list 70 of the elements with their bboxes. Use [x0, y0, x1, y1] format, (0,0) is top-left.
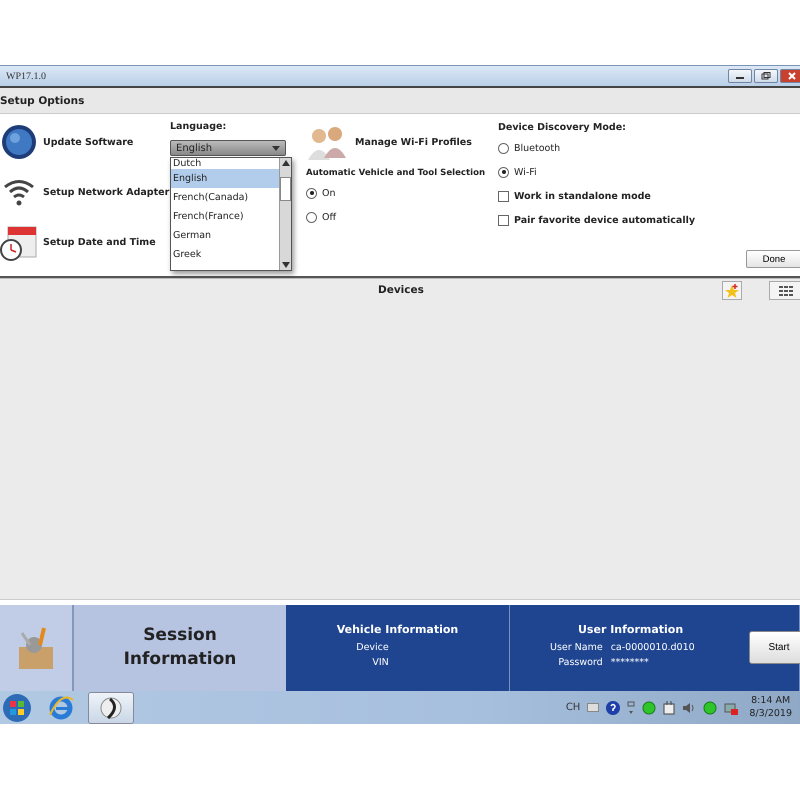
language-option[interactable]: French(Canada) — [171, 188, 279, 207]
radio-button[interactable] — [306, 188, 317, 198]
language-option[interactable]: English — [171, 169, 279, 188]
user-info-title: User Information — [578, 623, 684, 636]
field-label: Password — [557, 656, 603, 670]
scroll-down-icon[interactable] — [282, 262, 290, 268]
grid-view-button[interactable] — [769, 281, 800, 300]
field-value: ******** — [610, 656, 650, 670]
start-button[interactable]: Start — [749, 631, 800, 664]
speaker-icon[interactable] — [682, 702, 696, 714]
status-dot-icon[interactable] — [642, 700, 656, 714]
radio-label: On — [322, 188, 336, 198]
restore-button[interactable] — [754, 69, 778, 83]
field-label: User Name — [550, 641, 603, 655]
status-dot-icon[interactable] — [703, 700, 718, 714]
language-option[interactable]: German — [171, 226, 279, 245]
grid-icon — [778, 284, 794, 296]
checkbox-label: Pair favorite device automatically — [514, 214, 696, 226]
language-option[interactable]: French(France) — [171, 207, 279, 226]
restore-icon — [761, 72, 771, 80]
field-value: ca-0000010.d010 — [610, 641, 695, 655]
radio-button[interactable] — [498, 166, 509, 178]
app-logo-icon — [98, 694, 124, 720]
clock-date[interactable]: 8/3/2019 — [749, 708, 792, 720]
group-label: Device Discovery Mode: — [498, 122, 627, 133]
group-label: Automatic Vehicle and Tool Selection — [306, 168, 486, 178]
action-label[interactable]: Setup Date and Time — [43, 236, 156, 248]
action-label[interactable]: Manage Wi-Fi Profiles — [355, 136, 472, 148]
language-option[interactable]: Dutch — [171, 158, 279, 169]
session-title: Session Information — [122, 624, 238, 671]
window-title: WP17.1.0 — [6, 70, 46, 82]
field-label: VIN — [372, 656, 389, 670]
scroll-up-icon[interactable] — [282, 160, 290, 166]
checkbox[interactable] — [498, 190, 509, 202]
minimize-button[interactable] — [728, 69, 752, 83]
language-dropdown[interactable]: English — [170, 140, 286, 156]
language-label: Language: — [170, 121, 228, 132]
devices-title: Devices — [378, 284, 424, 296]
action-label[interactable]: Setup Network Adapter — [43, 186, 170, 198]
keyboard-icon[interactable] — [587, 703, 600, 712]
dropdown-caret-icon — [272, 146, 280, 150]
action-label[interactable]: Update Software — [43, 136, 134, 148]
checkbox-label: Work in standalone mode — [514, 190, 651, 202]
radio-label: Off — [322, 212, 336, 222]
network-icon[interactable] — [724, 700, 738, 714]
checkbox[interactable] — [498, 214, 509, 226]
language-indicator[interactable]: CH — [566, 702, 580, 713]
done-button[interactable]: Done — [746, 250, 800, 268]
close-button[interactable] — [780, 69, 800, 83]
scrollbar[interactable] — [279, 158, 291, 270]
radio-button[interactable] — [306, 212, 317, 222]
dropdown-value: English — [176, 142, 212, 154]
vehicle-info-title: Vehicle Information — [336, 623, 458, 636]
radio-button[interactable] — [498, 142, 509, 154]
clock-time[interactable]: 8:14 AM — [751, 695, 790, 708]
field-label: Device — [356, 641, 389, 655]
radio-label: Wi-Fi — [514, 166, 537, 178]
tray-arrow-icon[interactable] — [627, 700, 636, 714]
help-icon[interactable] — [606, 700, 620, 714]
section-title: Setup Options — [0, 94, 84, 106]
start-orb-icon[interactable] — [2, 692, 32, 722]
radio-label: Bluetooth — [514, 142, 560, 154]
language-option[interactable]: Greek — [171, 245, 279, 264]
add-favorite-button[interactable] — [722, 281, 742, 300]
power-plug-icon[interactable] — [663, 700, 676, 714]
scroll-thumb[interactable] — [280, 177, 291, 201]
close-icon — [787, 72, 797, 80]
globe-icon[interactable] — [0, 123, 38, 161]
taskbar-app-button[interactable] — [88, 692, 134, 724]
star-plus-icon — [724, 282, 740, 298]
